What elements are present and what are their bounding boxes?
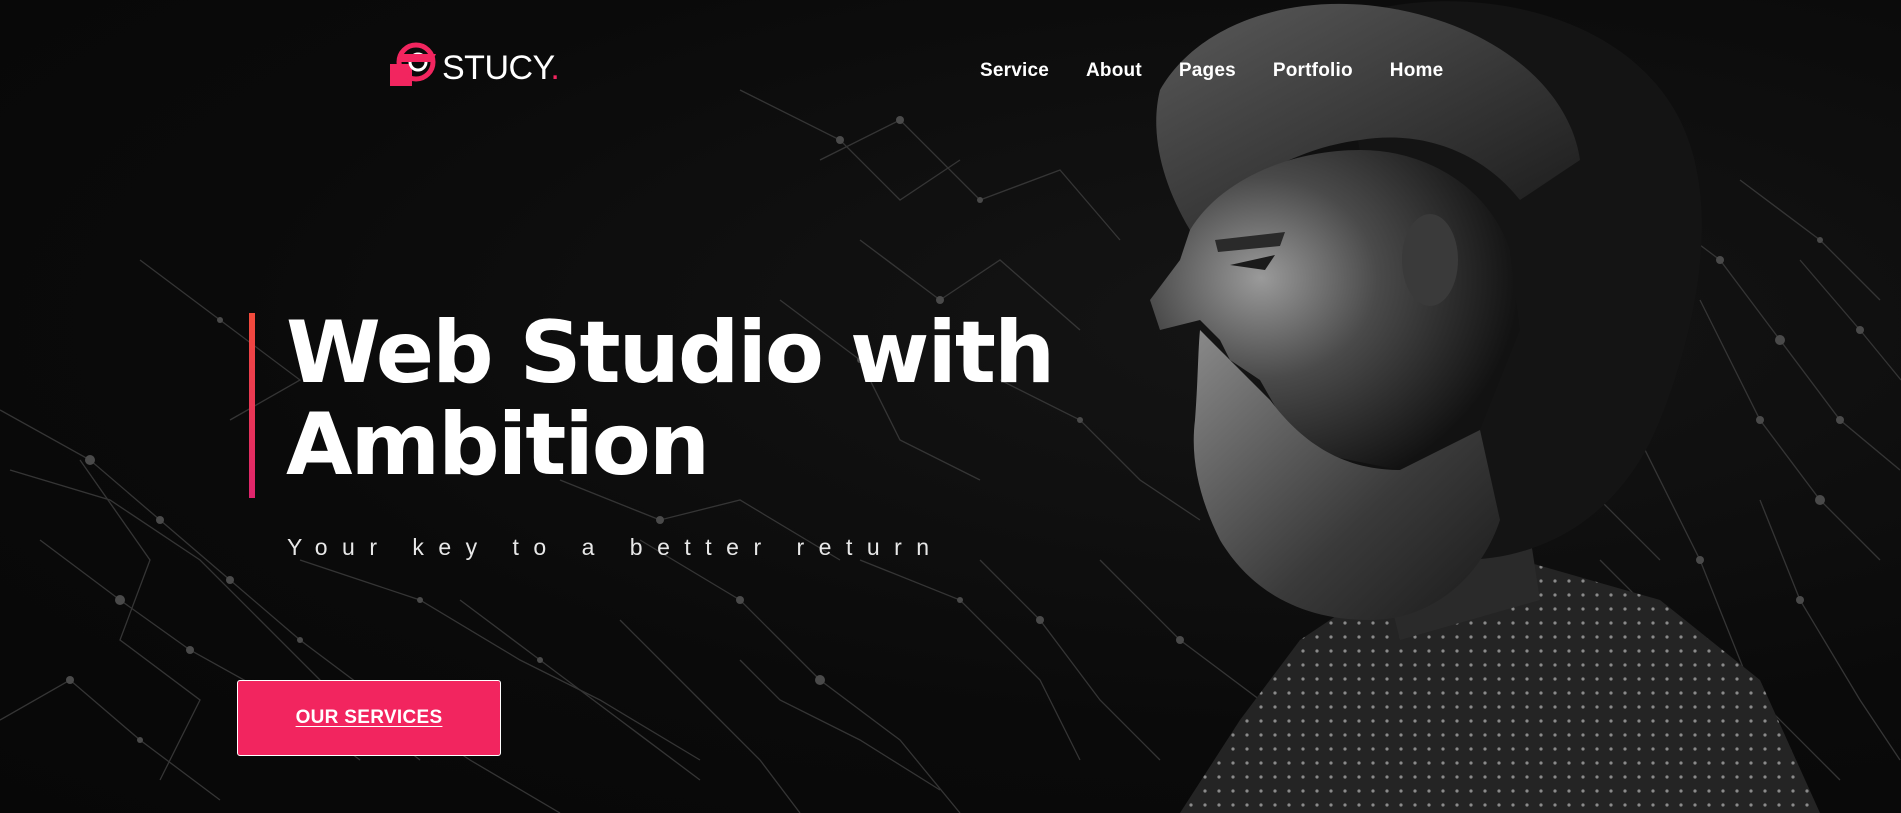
main-navigation: Service About Pages Portfolio Home xyxy=(980,60,1443,82)
our-services-button-label: OUR SERVICES xyxy=(295,707,443,728)
hero-tagline: Your key to a better return xyxy=(287,534,944,560)
hero-section: STUCY. Service About Pages Portfolio Hom… xyxy=(0,0,1901,813)
headline-line-1: Web Studio with xyxy=(286,303,1055,403)
our-services-button[interactable]: OUR SERVICES xyxy=(237,680,501,756)
nav-item-service[interactable]: Service xyxy=(980,60,1049,82)
stucy-logo-icon xyxy=(390,42,436,86)
headline-accent-bar xyxy=(249,313,255,498)
nav-item-pages[interactable]: Pages xyxy=(1179,60,1236,82)
nav-item-portfolio[interactable]: Portfolio xyxy=(1273,60,1353,82)
bearded-man-profile-image xyxy=(1150,1,1820,813)
brand-logo[interactable]: STUCY. xyxy=(388,38,560,90)
brand-name: STUCY. xyxy=(442,48,560,87)
nav-item-home[interactable]: Home xyxy=(1390,60,1444,82)
headline-line-2: Ambition xyxy=(286,395,710,495)
hero-headline: Web Studio with Ambition xyxy=(286,307,1146,491)
nav-item-about[interactable]: About xyxy=(1086,60,1142,82)
